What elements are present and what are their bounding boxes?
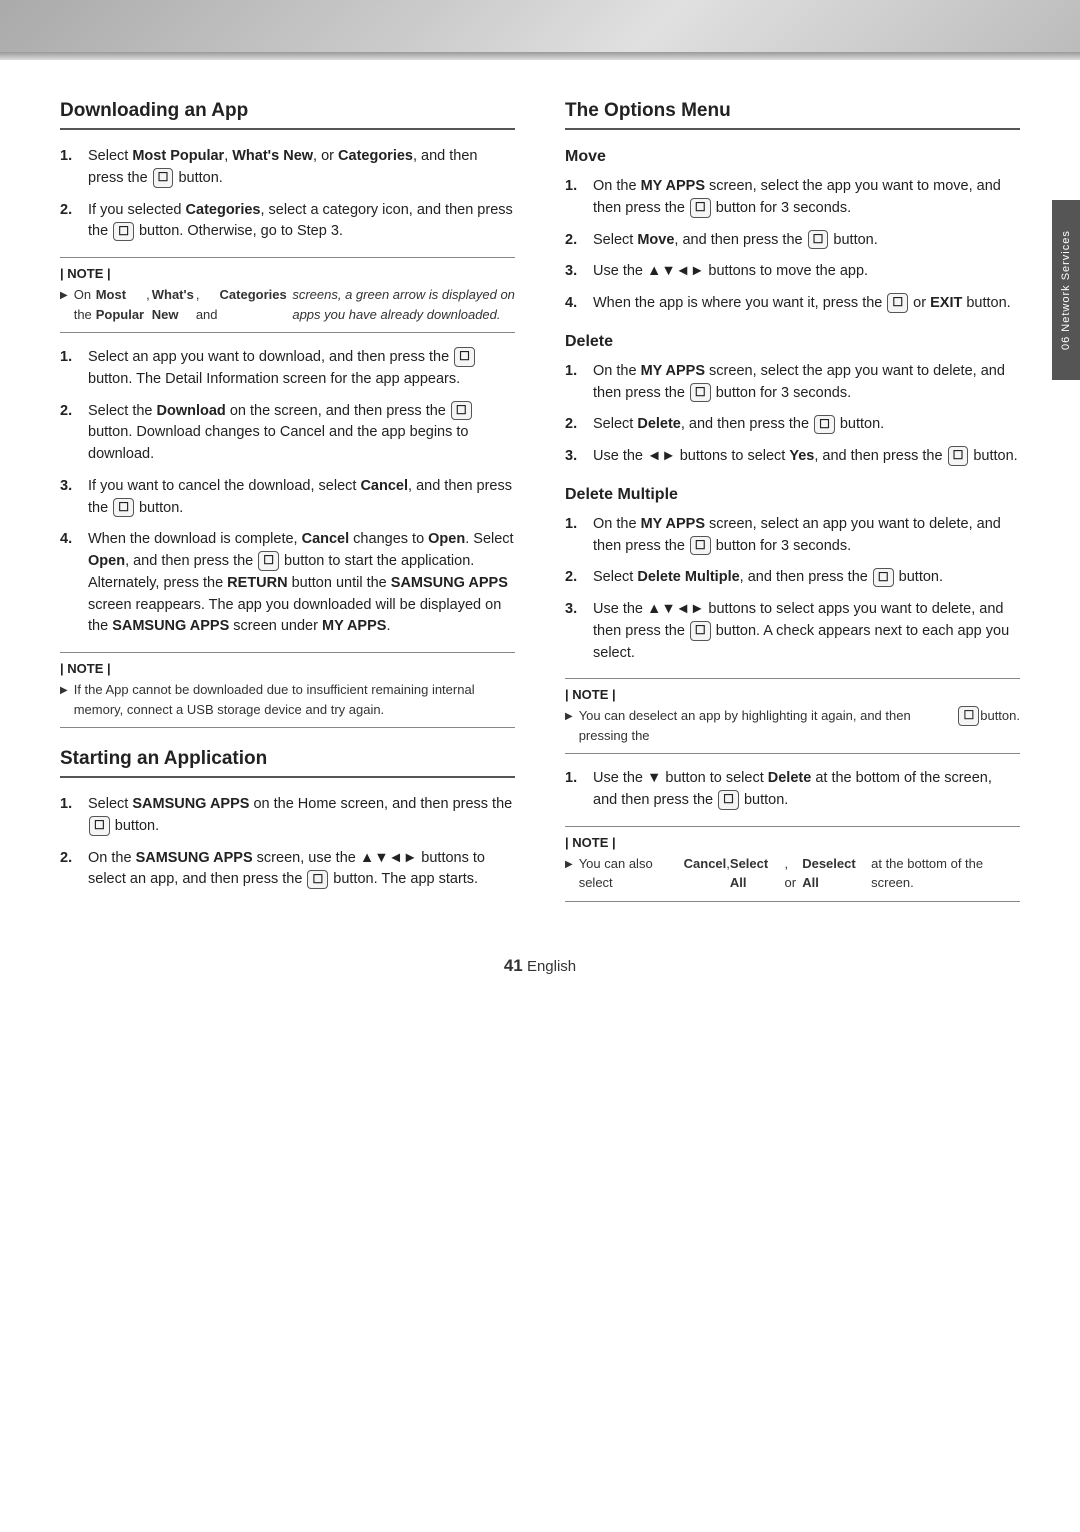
note-box-2: | NOTE | If the App cannot be downloaded… [60, 652, 515, 728]
button-icon: ☐ [948, 446, 969, 466]
step-text: On the MY APPS screen, select the app yo… [593, 361, 1020, 405]
step-text: On the SAMSUNG APPS screen, use the ▲▼◄►… [88, 848, 515, 892]
list-item: Use the ▲▼◄► buttons to move the app. [565, 261, 1020, 283]
two-column-layout: Downloading an App Select Most Popular, … [60, 100, 1020, 916]
list-item: When the download is complete, Cancel ch… [60, 529, 515, 638]
button-icon: ☐ [718, 790, 739, 810]
delete-multiple-subsection: Delete Multiple On the MY APPS screen, s… [565, 486, 1020, 902]
step-text: On the MY APPS screen, select an app you… [593, 514, 1020, 558]
note-box-4: | NOTE | You can also select Cancel, Sel… [565, 826, 1020, 902]
step-text: Select SAMSUNG APPS on the Home screen, … [88, 794, 515, 838]
list-item: On the MY APPS screen, select the app yo… [565, 176, 1020, 220]
step-text: When the download is complete, Cancel ch… [88, 529, 515, 638]
options-menu-title: The Options Menu [565, 100, 1020, 130]
move-subsection: Move On the MY APPS screen, select the a… [565, 148, 1020, 315]
downloading-section: Downloading an App Select Most Popular, … [60, 100, 515, 728]
list-item: Select SAMSUNG APPS on the Home screen, … [60, 794, 515, 838]
step-text: Select Move, and then press the ☐ button… [593, 230, 1020, 252]
note-label: | NOTE | [565, 687, 1020, 702]
note-box-3: | NOTE | You can deselect an app by high… [565, 678, 1020, 754]
left-column: Downloading an App Select Most Popular, … [60, 100, 515, 916]
button-icon: ☐ [153, 168, 174, 188]
options-menu-section: The Options Menu Move On the MY APPS scr… [565, 100, 1020, 902]
step-text: Select Delete, and then press the ☐ butt… [593, 414, 1020, 436]
step-text: Use the ▲▼◄► buttons to move the app. [593, 261, 1020, 283]
step-text: Select Most Popular, What's New, or Cate… [88, 146, 515, 190]
footer-language-text: English [527, 958, 576, 975]
delete-multiple-steps: On the MY APPS screen, select an app you… [565, 514, 1020, 665]
button-icon: ☐ [113, 498, 134, 518]
top-decorative-bar [0, 0, 1080, 60]
starting-title: Starting an Application [60, 748, 515, 778]
note-box-1: | NOTE | On the Most Popular, What's New… [60, 257, 515, 333]
button-icon: ☐ [454, 347, 475, 367]
button-icon: ☐ [690, 621, 711, 641]
list-item: Select Delete Multiple, and then press t… [565, 567, 1020, 589]
list-item: If you selected Categories, select a cat… [60, 200, 515, 244]
button-icon: ☐ [808, 230, 829, 250]
list-item: Use the ◄► buttons to select Yes, and th… [565, 446, 1020, 468]
button-icon: ☐ [814, 415, 835, 435]
right-column: The Options Menu Move On the MY APPS scr… [565, 100, 1020, 916]
list-item: When the app is where you want it, press… [565, 293, 1020, 315]
button-icon: ☐ [307, 870, 328, 890]
step-text: Use the ▼ button to select Delete at the… [593, 768, 1020, 812]
button-icon: ☐ [690, 198, 711, 218]
list-item: Use the ▼ button to select Delete at the… [565, 768, 1020, 812]
side-tab-label: 06 Network Services [1052, 200, 1080, 380]
move-steps: On the MY APPS screen, select the app yo… [565, 176, 1020, 315]
note-label: | NOTE | [565, 835, 1020, 850]
step-text: If you selected Categories, select a cat… [88, 200, 515, 244]
delete-steps: On the MY APPS screen, select the app yo… [565, 361, 1020, 468]
button-icon: ☐ [887, 293, 908, 313]
starting-section: Starting an Application Select SAMSUNG A… [60, 748, 515, 891]
button-icon: ☐ [113, 222, 134, 242]
list-item: Select Delete, and then press the ☐ butt… [565, 414, 1020, 436]
step-text: Select Delete Multiple, and then press t… [593, 567, 1020, 589]
main-content: Downloading an App Select Most Popular, … [0, 60, 1080, 1036]
starting-steps: Select SAMSUNG APPS on the Home screen, … [60, 794, 515, 891]
downloading-title: Downloading an App [60, 100, 515, 130]
button-icon: ☐ [89, 816, 110, 836]
note-label: | NOTE | [60, 266, 515, 281]
step-text: Select an app you want to download, and … [88, 347, 515, 391]
note-item: You can also select Cancel, Select All, … [565, 854, 1020, 893]
list-item: If you want to cancel the download, sele… [60, 476, 515, 520]
page-number: 41 [504, 956, 523, 975]
note-item: If the App cannot be downloaded due to i… [60, 680, 515, 719]
list-item: Select the Download on the screen, and t… [60, 401, 515, 466]
list-item: On the SAMSUNG APPS screen, use the ▲▼◄►… [60, 848, 515, 892]
list-item: On the MY APPS screen, select the app yo… [565, 361, 1020, 405]
step-text: When the app is where you want it, press… [593, 293, 1020, 315]
button-icon: ☐ [958, 706, 979, 726]
button-icon: ☐ [451, 401, 472, 421]
move-title: Move [565, 148, 1020, 166]
list-item: Select an app you want to download, and … [60, 347, 515, 391]
downloading-steps-2: Select an app you want to download, and … [60, 347, 515, 638]
note-item: You can deselect an app by highlighting … [565, 706, 1020, 745]
delete-multiple-steps-2: Use the ▼ button to select Delete at the… [565, 768, 1020, 812]
button-icon: ☐ [690, 536, 711, 556]
step-text: Select the Download on the screen, and t… [88, 401, 515, 466]
delete-subsection: Delete On the MY APPS screen, select the… [565, 333, 1020, 468]
note-item: On the Most Popular, What's New, and Cat… [60, 285, 515, 324]
button-icon: ☐ [690, 383, 711, 403]
step-text: Use the ◄► buttons to select Yes, and th… [593, 446, 1020, 468]
button-icon: ☐ [258, 551, 279, 571]
list-item: Select Most Popular, What's New, or Cate… [60, 146, 515, 190]
step-text: On the MY APPS screen, select the app yo… [593, 176, 1020, 220]
list-item: Use the ▲▼◄► buttons to select apps you … [565, 599, 1020, 664]
list-item: On the MY APPS screen, select an app you… [565, 514, 1020, 558]
list-item: Select Move, and then press the ☐ button… [565, 230, 1020, 252]
downloading-steps: Select Most Popular, What's New, or Cate… [60, 146, 515, 243]
step-text: Use the ▲▼◄► buttons to select apps you … [593, 599, 1020, 664]
delete-multiple-title: Delete Multiple [565, 486, 1020, 504]
delete-title: Delete [565, 333, 1020, 351]
button-icon: ☐ [873, 568, 894, 588]
footer: 41 English [60, 956, 1020, 996]
note-label: | NOTE | [60, 661, 515, 676]
step-text: If you want to cancel the download, sele… [88, 476, 515, 520]
